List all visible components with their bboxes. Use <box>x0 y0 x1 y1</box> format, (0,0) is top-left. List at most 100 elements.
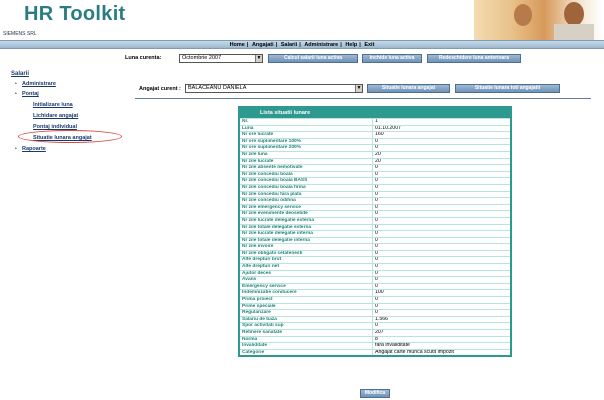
row-label: Spor activitati sup <box>240 323 373 329</box>
row-value: 01.10.2007 <box>375 125 401 131</box>
menu-administrare[interactable]: Administrare <box>302 42 340 48</box>
header-photo <box>474 0 602 40</box>
sidebar-item-administrare[interactable]: Administrare <box>22 81 56 87</box>
row-value: 0 <box>375 217 378 223</box>
row-value: 0 <box>375 297 378 303</box>
row-value: 0 <box>375 171 378 177</box>
row-label: Nr zile luna <box>240 151 373 158</box>
bullet-icon: • <box>15 146 17 152</box>
row-label: Nr ore suplimentare 200% <box>240 145 373 151</box>
table-row: Nr zile obligatii cetatenesti 0 <box>240 249 510 257</box>
row-label: Regularizare <box>240 310 373 316</box>
row-label: Nr zile concediu odihna <box>240 198 373 204</box>
employee-select[interactable]: BALACEANU DANIELA ▼ <box>185 84 363 93</box>
person-image <box>564 2 584 26</box>
table-row: Retinere sanatate 207 <box>240 329 510 336</box>
table-row: Nr zile concediu boala firma 0 <box>240 183 510 191</box>
row-value: 0 <box>375 184 378 190</box>
menu-separator: | <box>275 42 278 48</box>
row-label: Prime speciale <box>240 303 373 310</box>
person-image <box>514 4 532 26</box>
row-label: Salariu de baza <box>240 316 373 323</box>
row-label: Alte drepturi net <box>240 264 373 270</box>
person-image <box>554 24 594 40</box>
table-row: Indemnizatie conducere 100 <box>240 289 510 297</box>
table-row: Nr zile concediu boala 0 <box>240 170 510 178</box>
row-value: 20 <box>375 158 381 164</box>
table-row: Nr zile concediu boala BASS 0 <box>240 177 510 184</box>
employee-select-value: BALACEANU DANIELA <box>188 85 247 91</box>
table-row: Nr zile evenimente deosebite 0 <box>240 210 510 217</box>
table-row: Alte drepturi net 0 <box>240 263 510 270</box>
row-label: Nr zile lucrate <box>240 158 373 165</box>
menu-salarii[interactable]: Salarii <box>279 42 300 48</box>
month-label: Luna curenta: <box>125 55 162 61</box>
monthly-status-table: Lista situatii lunare Nr. 1 Luna 01.10.2007… <box>238 106 512 358</box>
row-label: Nr zile emergency service <box>240 204 373 211</box>
row-value: 8 <box>375 336 378 342</box>
all-employees-status-button[interactable]: Situatie lunara toti angajatii <box>455 84 560 93</box>
chevron-down-icon[interactable]: ▼ <box>355 85 362 92</box>
row-value: 1.566 <box>375 316 388 322</box>
app-logo: HR Toolkit <box>24 3 126 25</box>
row-label: Retinere sanatate <box>240 330 373 336</box>
row-label: Nr ore lucrate <box>240 132 373 138</box>
row-value: 0 <box>375 323 378 329</box>
menu-home[interactable]: Home <box>228 42 247 48</box>
table-row: Norma 8 <box>240 335 510 343</box>
sidebar-title[interactable]: Salarii <box>11 71 29 77</box>
menu-angajati[interactable]: Angajati <box>250 42 276 48</box>
row-label: Nr zile totale delegatie interna <box>240 237 373 244</box>
row-value: 0 <box>375 138 378 144</box>
chevron-down-icon[interactable]: ▼ <box>255 55 262 62</box>
row-label: Nr zile totale delegatie externa <box>240 224 373 231</box>
close-month-button[interactable]: Inchide luna activa <box>362 54 422 63</box>
table-row: Nr zile totale delegatie externa 0 <box>240 223 510 231</box>
row-label: Nr zile concediu boala BASS <box>240 178 373 184</box>
row-value: 160 <box>375 132 384 138</box>
row-label: Nr zile lucrate delegatie externa <box>240 217 373 224</box>
row-label: Nr zile concediu boala <box>240 171 373 178</box>
sidebar-item-initializare[interactable]: Initializare luna <box>33 102 73 108</box>
row-value: 0 <box>375 250 378 256</box>
sidebar-item-lichidare[interactable]: Lichidare angajat <box>33 113 78 119</box>
table-row: Nr zile concediu fara plata 0 <box>240 190 510 198</box>
row-label: Indemnizatie conducere <box>240 290 373 297</box>
table-row: Nr ore lucrate 160 <box>240 131 510 138</box>
row-value: 0 <box>375 224 378 230</box>
reopen-month-button[interactable]: Redeschidere luna anterioara <box>427 54 521 63</box>
table-row: Nr zile emergency service 0 <box>240 203 510 211</box>
table-row: Nr ore suplimentare 200% 0 <box>240 144 510 151</box>
row-label: Nr. <box>240 119 373 125</box>
row-label: Avans <box>240 277 373 283</box>
table-row: Nr zile concediu odihna 0 <box>240 197 510 204</box>
highlight-circle <box>18 130 122 143</box>
row-value: 0 <box>375 244 378 250</box>
employee-status-button[interactable]: Situatie lunara angajat <box>367 84 450 93</box>
row-value: 0 <box>375 237 378 243</box>
table-row: Luna 01.10.2007 <box>240 124 510 132</box>
table-row: Nr zile lucrate 20 <box>240 157 510 165</box>
bullet-icon: • <box>15 81 17 87</box>
table-body: Nr. 1 Luna 01.10.2007 Nr ore lucrate 160 Nr or… <box>240 118 510 356</box>
employee-label: Angajat curent : <box>139 86 181 92</box>
menu-separator: | <box>246 42 249 48</box>
sidebar-item-pontaj[interactable]: Pontaj <box>22 91 39 97</box>
calc-salaries-button[interactable]: Calcul salarii luna activa <box>268 54 358 63</box>
row-value: 1 <box>375 119 378 124</box>
row-label: Nr zile lucrate delegatie interna <box>240 231 373 237</box>
company-name: SIEMENS SRL <box>3 31 37 37</box>
table-row: Prima proiect 0 <box>240 296 510 303</box>
modify-button[interactable]: Modifica <box>360 389 390 398</box>
row-value: 20 <box>375 151 381 157</box>
table-title: Lista situatii lunare <box>240 108 510 118</box>
menu-help[interactable]: Help <box>343 42 359 48</box>
sidebar-item-rapoarte[interactable]: Rapoarte <box>22 146 46 152</box>
row-label: Categorie <box>240 349 373 356</box>
month-select[interactable]: Octombrie 2007 ▼ <box>179 54 263 63</box>
row-label: Invaliditate <box>240 343 373 349</box>
table-row: Invaliditate fara invaliditate <box>240 342 510 349</box>
row-value: 0 <box>375 191 378 197</box>
row-value: 0 <box>375 303 378 309</box>
menu-exit[interactable]: Exit <box>362 42 376 48</box>
